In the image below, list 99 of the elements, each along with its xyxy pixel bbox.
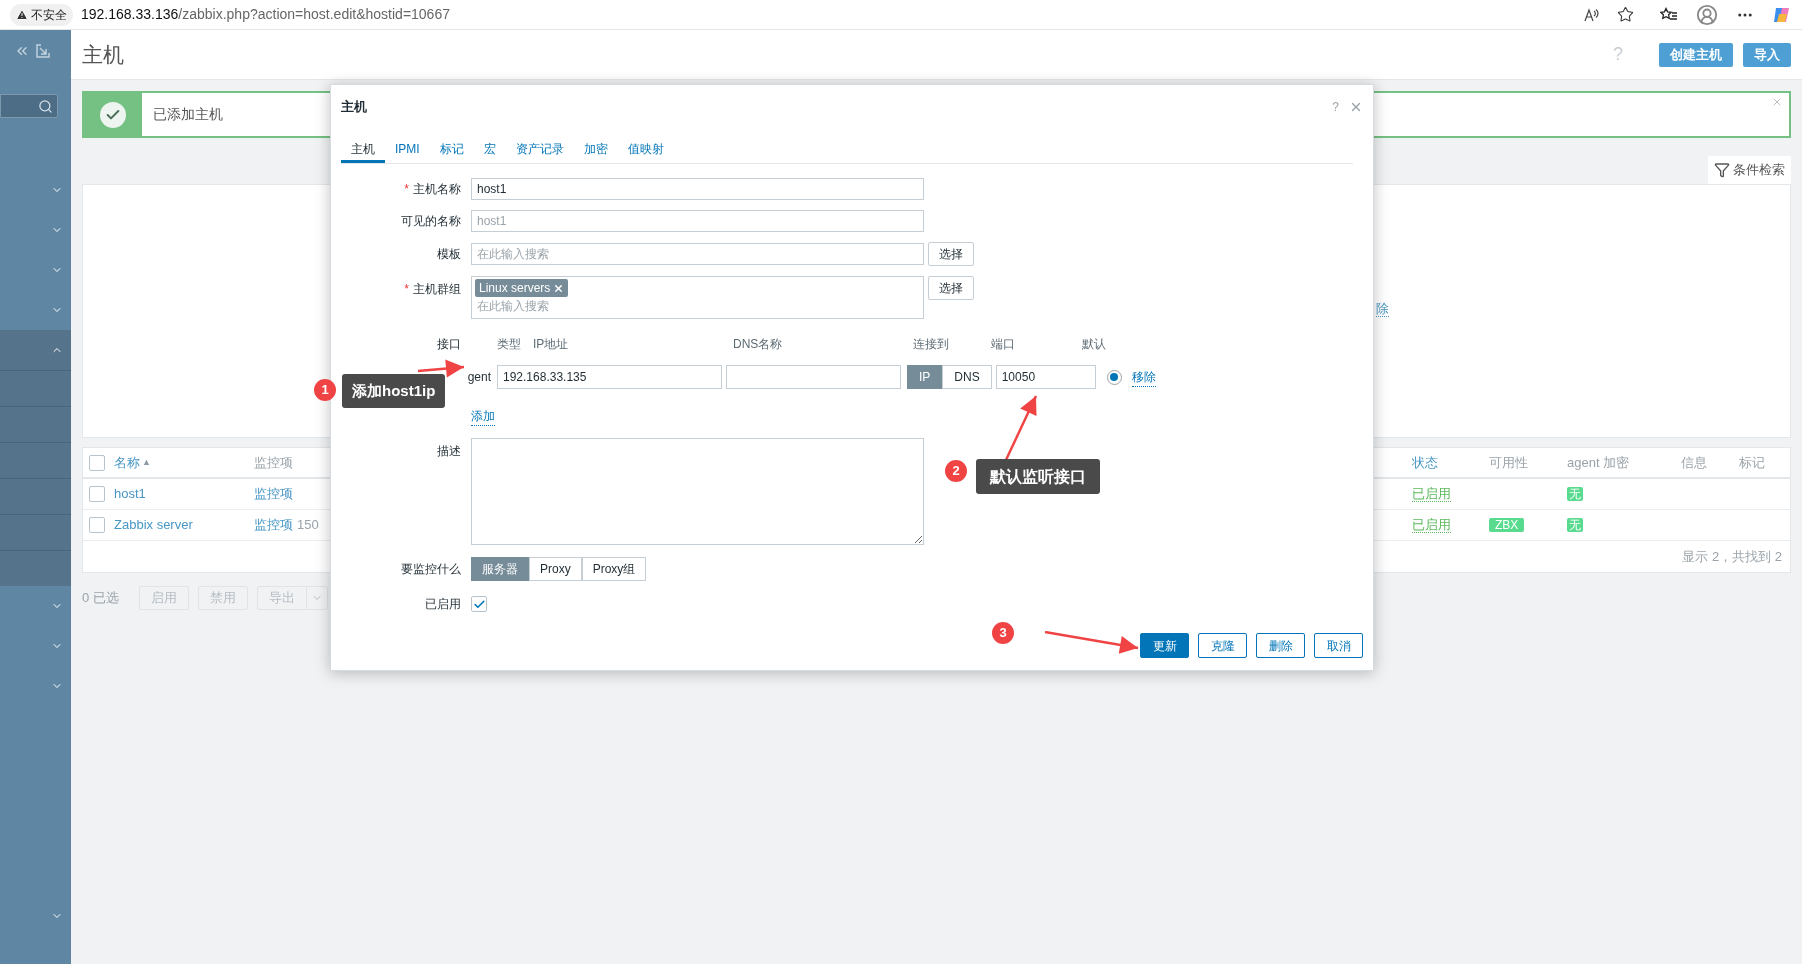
ip-address-field[interactable]: 192.168.33.135 (497, 365, 722, 389)
enabled-checkbox[interactable] (471, 596, 487, 612)
submenu-item[interactable] (0, 514, 71, 550)
dialog-tab[interactable]: 加密 (573, 137, 618, 163)
success-icon (100, 101, 126, 128)
column-header[interactable]: 状态 (1412, 452, 1489, 473)
field-label: 要监控什么 (401, 562, 461, 576)
items-link[interactable]: 监控项 (254, 515, 293, 535)
row-checkbox[interactable] (89, 517, 105, 533)
connect-toggle[interactable]: DNS (942, 365, 992, 389)
favorites-list-icon[interactable] (1660, 6, 1678, 23)
close-icon[interactable] (1349, 100, 1363, 114)
host-link[interactable]: Zabbix server (114, 515, 254, 535)
dialog-button[interactable]: 取消 (1314, 633, 1363, 658)
column-header: 标记 (1739, 453, 1766, 472)
favorite-star-icon[interactable] (1617, 6, 1634, 23)
select-button[interactable]: 选择 (928, 276, 974, 300)
monitor-option[interactable]: Proxy组 (581, 557, 647, 581)
arrow (417, 358, 465, 379)
dialog-tab[interactable]: 主机 (341, 137, 385, 163)
result-count: 显示 2，共找到 2 (1682, 547, 1782, 566)
port-field[interactable]: 10050 (995, 365, 1096, 389)
dialog-tab[interactable]: 标记 (429, 137, 474, 163)
host-link[interactable]: host1 (114, 484, 254, 504)
menu-section[interactable] (0, 330, 71, 370)
encryption-tag: 无 (1567, 487, 1583, 502)
callout: 默认监听接口 (976, 459, 1100, 494)
availability-tag: ZBX (1489, 518, 1525, 533)
profile-icon[interactable] (1696, 3, 1718, 26)
close-icon[interactable] (1771, 96, 1783, 108)
dialog-tab[interactable]: IPMI (385, 137, 430, 163)
message-text: 已添加主机 (153, 105, 223, 124)
search-field[interactable] (0, 94, 58, 118)
submenu-item[interactable] (0, 550, 71, 586)
header-button[interactable]: 导入 (1743, 42, 1791, 67)
host-group-field[interactable]: Linux servers 在此输入搜索 (471, 276, 924, 319)
interface-column-header: IP地址 (533, 336, 570, 353)
column-header: 信息 (1681, 453, 1708, 472)
connect-toggle[interactable]: IP (907, 365, 943, 389)
group-search-placeholder: 在此输入搜索 (476, 298, 550, 315)
remove-icon (553, 282, 565, 294)
dialog-tab[interactable]: 值映射 (617, 137, 674, 163)
host-name-field[interactable]: host1 (471, 178, 924, 200)
page-title: 主机 (82, 41, 124, 68)
items-link[interactable]: 监控项 (254, 484, 293, 504)
dialog-tab[interactable]: 宏 (473, 137, 506, 163)
description-field[interactable] (471, 438, 924, 545)
security-badge[interactable]: 不安全 (10, 3, 73, 26)
dialog-button[interactable]: 删除 (1256, 633, 1305, 658)
field-label: 描述 (437, 444, 461, 458)
group-tag: Linux servers (475, 279, 569, 297)
field-label: 已启用 (425, 597, 461, 611)
selected-count: 0 已选 (82, 589, 120, 608)
field-label: * 主机名称 (404, 182, 461, 196)
column-header: agent 加密 (1567, 453, 1631, 472)
search-icon (38, 98, 53, 114)
dns-name-field[interactable] (726, 365, 901, 389)
field-label: 接口 (437, 337, 461, 351)
interface-type: gent (467, 369, 491, 386)
field-label: 可见的名称 (401, 214, 461, 228)
interface-column-header: 连接到 (913, 336, 950, 353)
monitor-option[interactable]: Proxy (529, 557, 582, 581)
interface-column-header: 类型 (497, 336, 522, 353)
remove-link[interactable]: 除 (1376, 301, 1389, 317)
filter-icon (1714, 162, 1730, 178)
items-count: 150 (297, 516, 319, 535)
read-aloud-icon[interactable] (1583, 6, 1599, 23)
address-bar[interactable]: 192.168.33.136/zabbix.php?action=host.edit&hostid=10667 (81, 4, 450, 25)
help-link[interactable]: ? (1332, 98, 1339, 116)
select-button[interactable]: 选择 (928, 242, 974, 266)
dialog-button[interactable]: 克隆 (1198, 633, 1247, 658)
field-label: 模板 (437, 247, 461, 261)
submenu-item[interactable] (0, 478, 71, 514)
row-checkbox[interactable] (89, 486, 105, 502)
interface-column-header: 默认 (1082, 336, 1107, 353)
update-button[interactable]: 更新 (1140, 633, 1189, 658)
sort-up-icon: ▲ (142, 455, 151, 470)
dialog-tab[interactable]: 资产记录 (505, 137, 574, 163)
remove-link[interactable]: 移除 (1131, 367, 1156, 387)
filter-tab[interactable]: 条件检索 (1708, 156, 1791, 184)
select-all-checkbox[interactable] (89, 454, 105, 471)
submenu-item[interactable] (0, 406, 71, 442)
column-header[interactable]: 名称▲ (114, 452, 254, 473)
encryption-tag: 无 (1567, 518, 1583, 533)
submenu-item[interactable] (0, 370, 71, 406)
header-button[interactable]: 创建主机 (1659, 42, 1733, 67)
column-header: 监控项 (254, 453, 293, 472)
add-link[interactable]: 添加 (471, 407, 495, 426)
monitor-option[interactable]: 服务器 (471, 557, 529, 581)
callout: 添加host1ip (342, 374, 446, 408)
interface-column-header: DNS名称 (733, 336, 784, 353)
template-search-field[interactable]: 在此输入搜索 (471, 243, 924, 265)
submenu-item[interactable] (0, 442, 71, 478)
interface-column-header: 端口 (991, 336, 1016, 353)
field-label: * 主机群组 (404, 282, 461, 296)
column-header: 可用性 (1489, 453, 1529, 472)
popout-icon[interactable] (36, 44, 50, 58)
visible-name-field[interactable]: host1 (471, 210, 924, 232)
dialog-title: 主机 (341, 98, 367, 117)
